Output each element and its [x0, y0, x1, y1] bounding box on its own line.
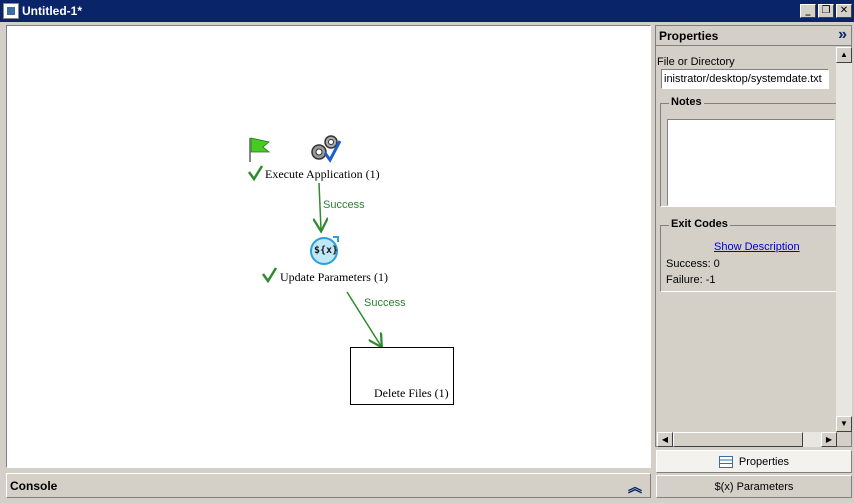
tab-parameters[interactable]: $(x) Parameters	[656, 475, 852, 498]
scroll-left-button[interactable]: ◀	[657, 432, 673, 447]
properties-panel: Properties » File or Directory inistrato…	[655, 25, 852, 447]
file-directory-label: File or Directory	[657, 56, 735, 68]
console-bar[interactable]: Console ︽	[6, 473, 651, 498]
horizontal-scrollbar[interactable]: ◀ ▶	[657, 432, 837, 447]
status-check-icon-2	[261, 267, 278, 284]
close-button[interactable]: ✕	[836, 4, 852, 18]
node-execute-application[interactable]: Execute Application (1)	[265, 167, 380, 182]
notes-group: Notes	[660, 96, 837, 207]
horizontal-scroll-thumb[interactable]	[673, 432, 803, 447]
show-description-link[interactable]: Show Description	[714, 241, 800, 253]
success-code: Success: 0	[666, 258, 720, 270]
file-directory-input[interactable]: inistrator/desktop/systemdate.txt	[661, 69, 829, 89]
window-title: Untitled-1*	[22, 4, 82, 18]
node-delete-files[interactable]: Delete Files (1)	[374, 386, 449, 401]
expand-up-icon[interactable]: ︽	[628, 477, 642, 497]
start-flag-icon	[249, 137, 271, 162]
title-bar: Untitled-1* _ ❐ ✕	[0, 0, 854, 22]
tab-properties[interactable]: Properties	[656, 450, 852, 473]
edge-label-success-2: Success	[364, 297, 406, 309]
properties-title: Properties	[659, 29, 719, 43]
restore-button[interactable]: ❐	[818, 4, 834, 18]
status-check-icon-1	[247, 165, 264, 182]
vertical-scrollbar[interactable]: ▲ ▼	[836, 47, 852, 432]
console-label: Console	[10, 478, 58, 493]
minimize-button[interactable]: _	[800, 4, 816, 18]
update-icon-text: ${x}	[314, 245, 339, 256]
exit-codes-title: Exit Codes	[669, 218, 730, 230]
properties-header: Properties »	[656, 26, 851, 46]
notes-title: Notes	[669, 96, 704, 108]
scroll-right-button[interactable]: ▶	[821, 432, 837, 447]
node-update-parameters[interactable]: Update Parameters (1)	[280, 270, 388, 285]
edge-label-success-1: Success	[323, 199, 365, 211]
notes-textarea[interactable]	[667, 119, 835, 206]
scroll-up-button[interactable]: ▲	[836, 47, 852, 63]
edge-execute-to-update	[319, 182, 321, 230]
tab-parameters-label: $(x) Parameters	[714, 480, 794, 493]
app-icon	[3, 3, 19, 19]
collapse-right-icon[interactable]: »	[838, 26, 847, 44]
gears-icon	[311, 135, 342, 163]
failure-code: Failure: -1	[666, 274, 716, 286]
tab-properties-label: Properties	[738, 455, 790, 468]
table-icon	[718, 455, 733, 468]
scroll-down-button[interactable]: ▼	[836, 416, 852, 432]
workflow-canvas[interactable]: ${x} Execute Application (1) Success Upd…	[6, 25, 651, 468]
